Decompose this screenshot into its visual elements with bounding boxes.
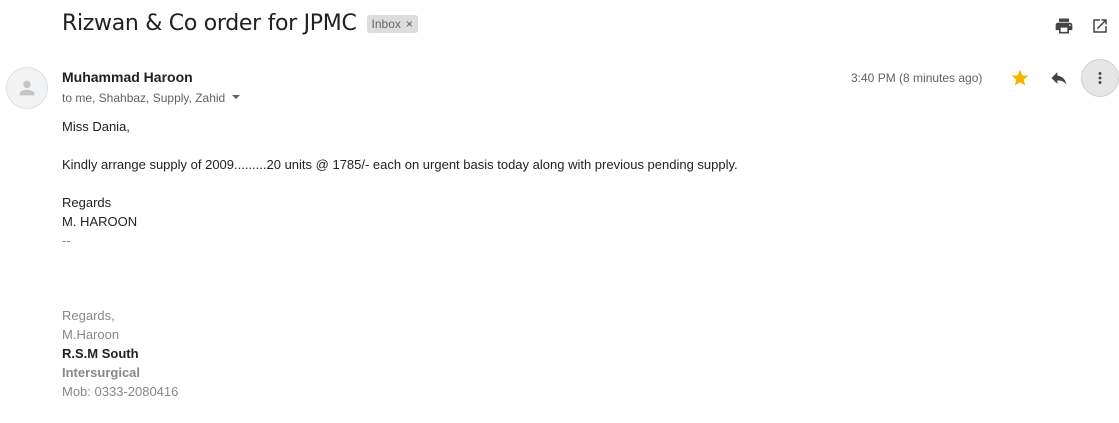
avatar-person-icon	[19, 80, 35, 96]
subject-row: Rizwan & Co order for JPMC Inbox ×	[62, 11, 418, 36]
print-icon	[1055, 18, 1073, 34]
chevron-down-icon	[232, 95, 241, 99]
signature-title: R.S.M South	[62, 346, 139, 361]
inbox-label-text: Inbox	[371, 16, 401, 31]
signature-regards: Regards,	[62, 308, 115, 323]
recipients-text: to me, Shahbaz, Supply, Zahid	[62, 91, 226, 105]
sender-avatar[interactable]	[6, 67, 48, 109]
email-signature: Regards, M.Haroon R.S.M South Intersurgi…	[62, 306, 178, 401]
signature-name: M.Haroon	[62, 327, 120, 342]
more-vert-icon	[1098, 72, 1102, 84]
reply-button[interactable]	[1046, 65, 1072, 91]
open-in-new-window-button[interactable]	[1088, 14, 1112, 38]
email-timestamp: 3:40 PM (8 minutes ago)	[851, 71, 983, 85]
remove-label-button[interactable]: ×	[406, 17, 413, 31]
more-options-button[interactable]	[1081, 59, 1119, 97]
show-details-button[interactable]	[231, 91, 241, 105]
star-button[interactable]	[1007, 65, 1033, 91]
signature-company: Intersurgical	[62, 365, 141, 380]
body-separator: --	[62, 233, 71, 248]
body-closing: Regards	[62, 195, 112, 210]
body-message: Kindly arrange supply of 2009.........20…	[62, 157, 738, 172]
body-greeting: Miss Dania,	[62, 119, 130, 134]
recipients-line: to me, Shahbaz, Supply, Zahid	[62, 91, 241, 105]
sender-name[interactable]: Muhammad Haroon	[62, 69, 193, 85]
print-all-button[interactable]	[1052, 14, 1076, 38]
email-body: Miss Dania, Kindly arrange supply of 200…	[62, 117, 738, 250]
body-name: M. HAROON	[62, 214, 138, 229]
reply-icon	[1051, 72, 1067, 85]
email-subject: Rizwan & Co order for JPMC	[62, 11, 357, 36]
inbox-label-chip: Inbox ×	[366, 14, 418, 33]
star-icon	[1011, 69, 1029, 86]
open-in-new-window-icon	[1093, 19, 1107, 33]
signature-mobile: Mob: 0333-2080416	[62, 384, 179, 399]
